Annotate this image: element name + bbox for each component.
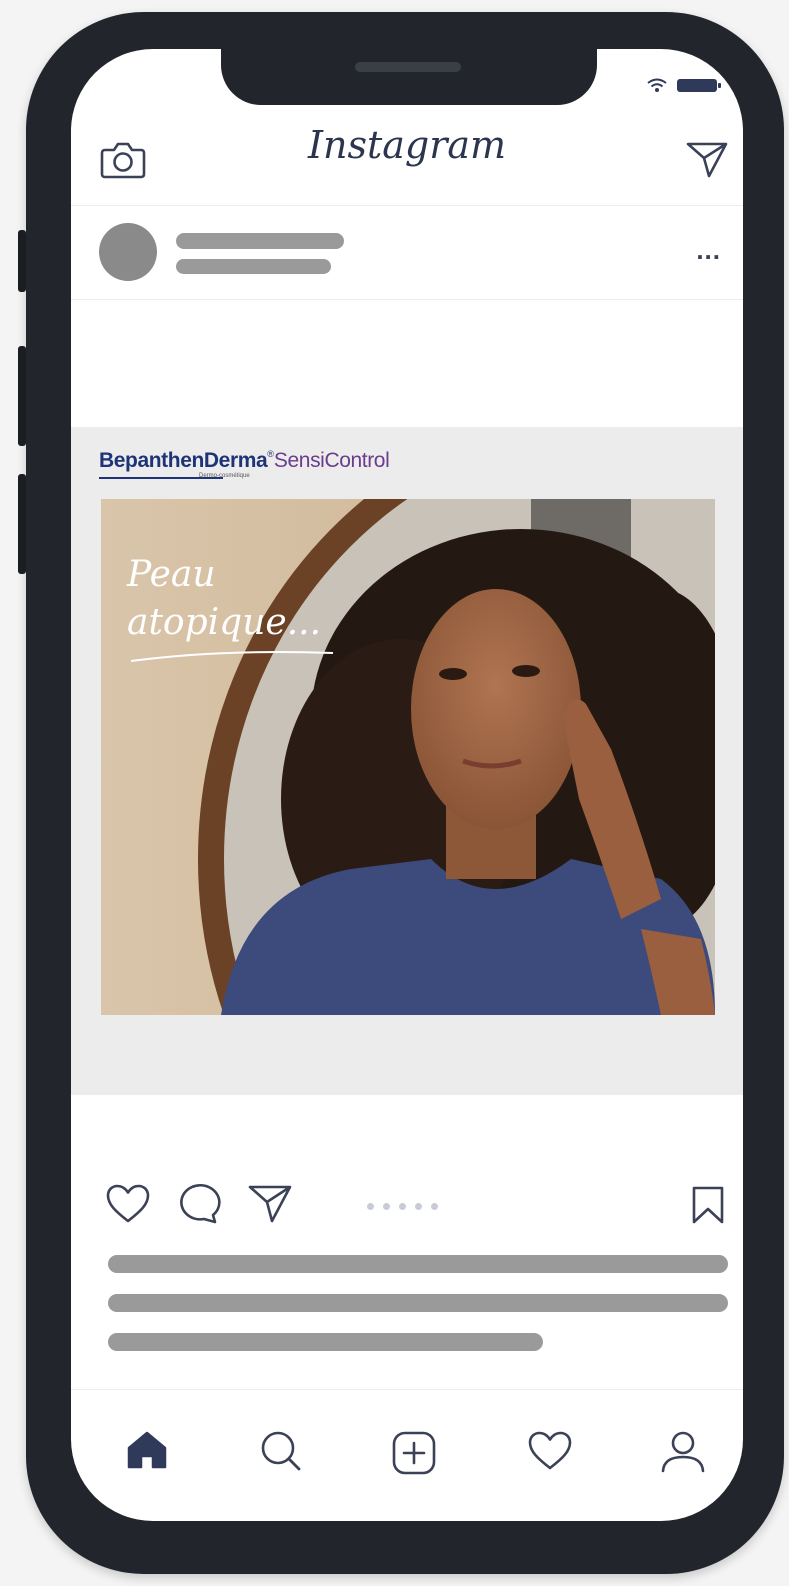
- logo-brand-text: BepanthenDerma: [99, 449, 268, 472]
- logo-registered-mark: ®: [267, 449, 274, 459]
- post-actions: [71, 1179, 743, 1235]
- avatar[interactable]: [99, 223, 157, 281]
- carousel-dot: [367, 1203, 374, 1210]
- headline-line-1: Peau: [127, 554, 216, 595]
- ad-headline: Peau atopique...: [127, 551, 321, 647]
- volume-down-button: [18, 474, 26, 574]
- status-bar: [646, 77, 721, 93]
- battery-icon: [677, 78, 721, 92]
- volume-up-button: [18, 346, 26, 446]
- caption-placeholder-line: [108, 1333, 543, 1351]
- logo-product-text: SensiControl: [273, 449, 390, 472]
- caption-placeholder-line: [108, 1294, 728, 1312]
- search-icon[interactable]: [259, 1430, 303, 1472]
- send-icon[interactable]: [685, 139, 729, 179]
- notch: [221, 49, 597, 105]
- profile-icon[interactable]: [659, 1430, 707, 1474]
- post-header: ...: [71, 207, 743, 300]
- add-post-icon[interactable]: [391, 1430, 437, 1476]
- bottom-tab-bar: [71, 1389, 743, 1521]
- home-icon[interactable]: [125, 1430, 169, 1470]
- phone-screen: Instagram ... BepanthenDerma®SensiContro…: [71, 49, 743, 1521]
- bookmark-icon[interactable]: [691, 1185, 725, 1225]
- username-placeholder: [176, 233, 344, 249]
- brand-logo: BepanthenDerma®SensiControl Dermo-cosmét…: [99, 449, 390, 479]
- app-logo: Instagram: [307, 123, 507, 167]
- post-media: BepanthenDerma®SensiControl Dermo-cosmét…: [71, 427, 743, 1095]
- ad-photo: Peau atopique...: [101, 499, 715, 1015]
- app-header: Instagram: [71, 109, 743, 206]
- wifi-icon: [647, 78, 667, 92]
- mute-switch: [18, 230, 26, 292]
- headline-line-2: atopique...: [127, 602, 322, 643]
- comment-icon[interactable]: [177, 1183, 221, 1225]
- carousel-dot: [399, 1203, 406, 1210]
- heart-icon[interactable]: [105, 1183, 151, 1225]
- speaker: [355, 62, 461, 72]
- carousel-dot: [415, 1203, 422, 1210]
- heart-icon[interactable]: [527, 1430, 573, 1472]
- carousel-dot: [383, 1203, 390, 1210]
- logo-tagline: Dermo-cosmétique: [199, 473, 250, 479]
- more-options-button[interactable]: ...: [696, 235, 721, 266]
- share-icon[interactable]: [247, 1183, 293, 1225]
- carousel-indicator: [367, 1203, 438, 1210]
- caption-placeholder-line: [108, 1255, 728, 1273]
- carousel-dot: [431, 1203, 438, 1210]
- location-placeholder: [176, 259, 331, 274]
